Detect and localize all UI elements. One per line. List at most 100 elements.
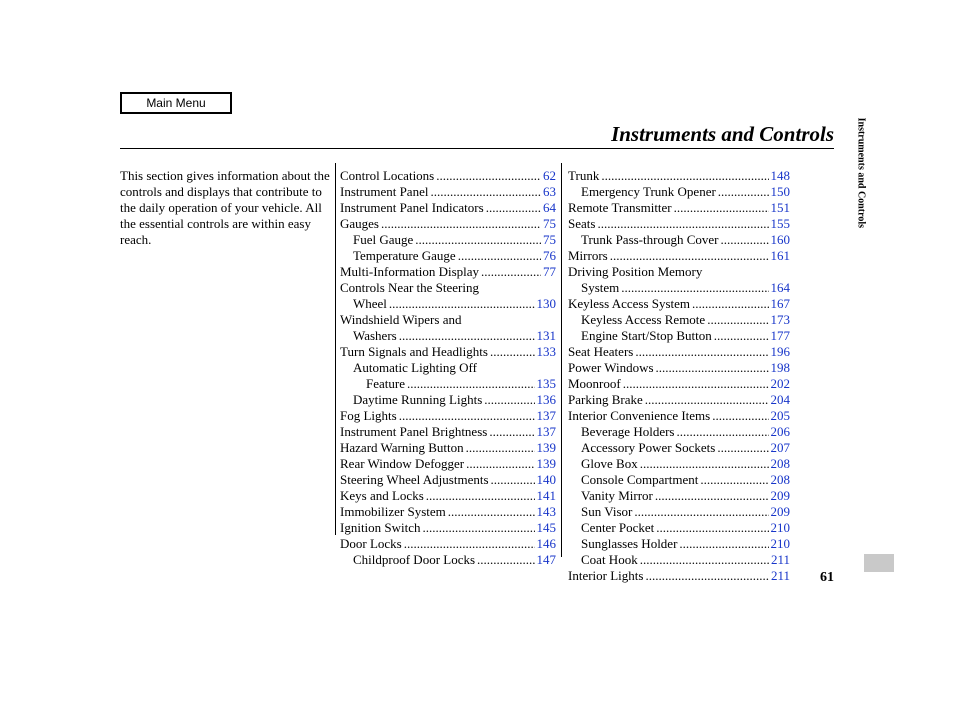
toc-page-link[interactable]: 75 [541,232,556,248]
toc-page-link[interactable]: 177 [769,328,791,344]
toc-label: Instrument Panel Indicators [340,200,484,216]
title-rule [120,148,834,149]
toc-label: Seats [568,216,595,232]
toc-label: Multi-Information Display [340,264,479,280]
toc-dots [690,296,768,312]
toc-page-link[interactable]: 198 [769,360,791,376]
toc-page-link[interactable]: 161 [769,248,791,264]
toc-page-link[interactable]: 75 [541,216,556,232]
toc-dots [653,488,769,504]
toc-dots [643,392,769,408]
toc-label: Remote Transmitter [568,200,672,216]
toc-column-3: Trunk148Emergency Trunk Opener150Remote … [568,168,790,584]
toc-page-link[interactable]: 151 [769,200,791,216]
toc-page-link[interactable]: 208 [769,456,791,472]
toc-label: Control Locations [340,168,434,184]
intro-text: This section gives information about the… [120,168,330,248]
toc-label: Interior Convenience Items [568,408,710,424]
toc-entry: Gauges 75 [340,216,556,232]
toc-dots [413,232,541,248]
toc-page-link[interactable]: 206 [769,424,791,440]
toc-entry: Beverage Holders206 [568,424,790,440]
toc-page-link[interactable]: 63 [541,184,556,200]
toc-page-link[interactable]: 146 [535,536,557,552]
toc-page-link[interactable]: 136 [535,392,557,408]
toc-label: Keys and Locks [340,488,424,504]
toc-page-link[interactable]: 160 [769,232,791,248]
toc-entry: Sun Visor209 [568,504,790,520]
toc-label: Childproof Door Locks [340,552,475,568]
toc-entry: Sunglasses Holder210 [568,536,790,552]
toc-page-link[interactable]: 205 [769,408,791,424]
toc-page-link[interactable]: 155 [769,216,791,232]
toc-entry: Engine Start/Stop Button 177 [568,328,790,344]
toc-entry: Driving Position Memory [568,264,790,280]
toc-page-link[interactable]: 207 [769,440,791,456]
toc-entry: Steering Wheel Adjustments140 [340,472,556,488]
toc-page-link[interactable]: 137 [535,424,557,440]
page: Main Menu Instruments and Controls This … [0,0,954,710]
toc-label: Power Windows [568,360,654,376]
main-menu-button[interactable]: Main Menu [120,92,232,114]
toc-label: Engine Start/Stop Button [568,328,712,344]
toc-label: Trunk Pass-through Cover [568,232,718,248]
page-title: Instruments and Controls [120,122,834,147]
toc-page-link[interactable]: 135 [535,376,557,392]
toc-page-link[interactable]: 139 [535,456,557,472]
toc-entry: Fog Lights137 [340,408,556,424]
toc-page-link[interactable]: 204 [769,392,791,408]
toc-page-link[interactable]: 143 [535,504,557,520]
toc-label: Daytime Running Lights [340,392,482,408]
toc-label: Parking Brake [568,392,643,408]
toc-entry: Daytime Running Lights 136 [340,392,556,408]
toc-entry: Childproof Door Locks 147 [340,552,556,568]
toc-page-link[interactable]: 210 [769,520,791,536]
toc-page-link[interactable]: 150 [769,184,791,200]
toc-page-link[interactable]: 208 [769,472,791,488]
toc-label: Turn Signals and Headlights [340,344,488,360]
toc-entry: Coat Hook 211 [568,552,790,568]
toc-entry: Controls Near the Steering [340,280,556,296]
toc-dots [619,280,768,296]
toc-dots [715,440,768,456]
toc-page-link[interactable]: 167 [769,296,791,312]
toc-entry: Trunk148 [568,168,790,184]
toc-page-link[interactable]: 77 [541,264,556,280]
toc-page-link[interactable]: 209 [769,504,791,520]
toc-page-link[interactable]: 76 [541,248,556,264]
toc-page-link[interactable]: 62 [541,168,556,184]
toc-label: Coat Hook [568,552,638,568]
toc-page-link[interactable]: 148 [769,168,791,184]
toc-page-link[interactable]: 139 [535,440,557,456]
toc-label: Gauges [340,216,379,232]
side-tab-label: Instruments and Controls [855,118,866,228]
column-separator [561,163,562,557]
toc-entry: Fuel Gauge75 [340,232,556,248]
toc-dots [654,520,768,536]
toc-page-link[interactable]: 211 [769,552,790,568]
toc-label: Controls Near the Steering [340,280,479,296]
toc-page-link[interactable]: 130 [535,296,557,312]
toc-label: Wheel [353,296,387,312]
toc-page-link[interactable]: 140 [535,472,557,488]
toc-page-link[interactable]: 211 [769,568,790,584]
toc-page-link[interactable]: 131 [535,328,557,344]
toc-dots [710,408,768,424]
toc-label: Keyless Access System [568,296,690,312]
toc-page-link[interactable]: 147 [535,552,557,568]
toc-page-link[interactable]: 137 [535,408,557,424]
toc-page-link[interactable]: 64 [541,200,556,216]
toc-entry: Wheel 130 [340,296,556,312]
toc-page-link[interactable]: 202 [769,376,791,392]
toc-page-link[interactable]: 133 [535,344,557,360]
toc-page-link[interactable]: 164 [769,280,791,296]
toc-dots [464,440,535,456]
toc-page-link[interactable]: 145 [535,520,557,536]
toc-page-link[interactable]: 196 [769,344,791,360]
toc-page-link[interactable]: 209 [769,488,791,504]
toc-entry: Feature135 [340,376,556,392]
toc-dots [402,536,535,552]
toc-page-link[interactable]: 173 [769,312,791,328]
toc-page-link[interactable]: 141 [535,488,557,504]
toc-page-link[interactable]: 210 [769,536,791,552]
